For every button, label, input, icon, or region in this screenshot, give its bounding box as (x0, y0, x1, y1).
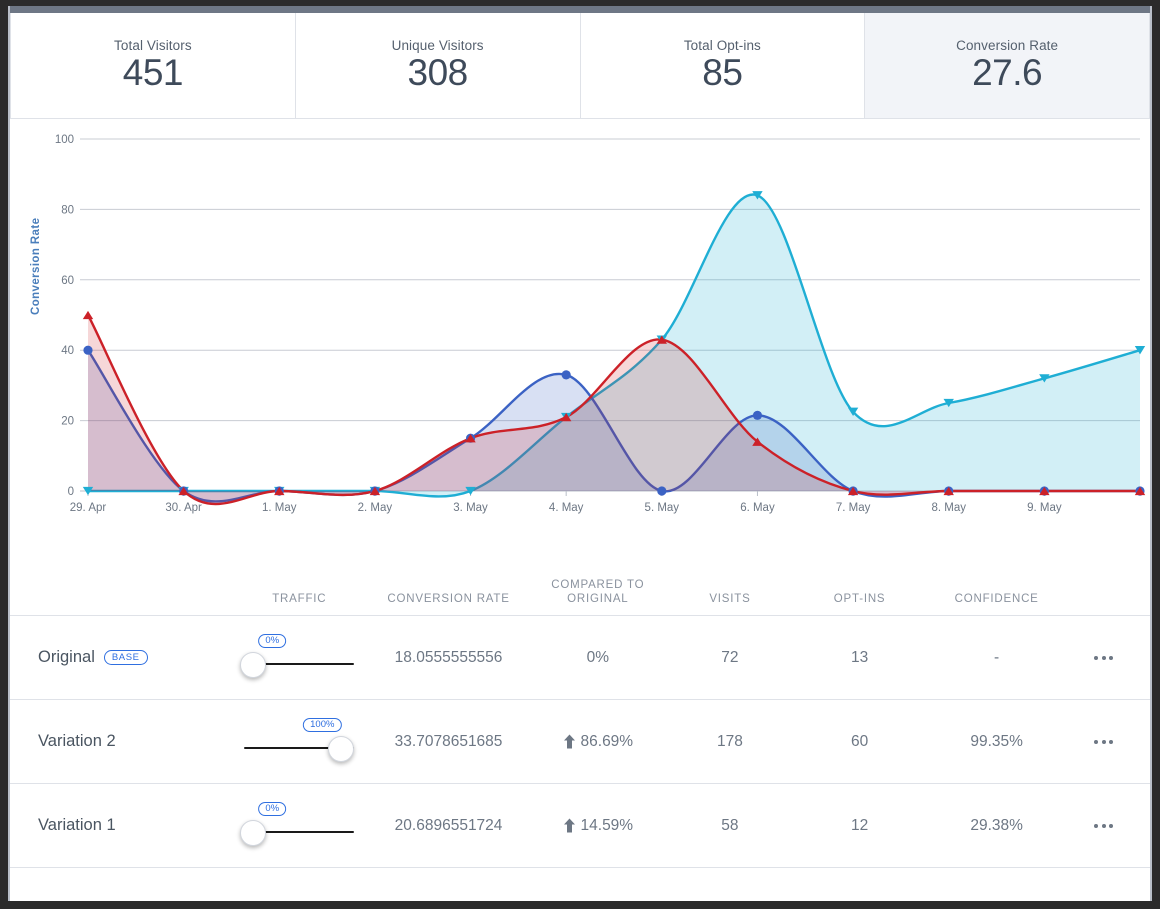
traffic-value-bubble: 0% (258, 801, 287, 816)
kpi-card-total-visitors[interactable]: Total Visitors 451 (11, 13, 296, 118)
svg-text:80: 80 (61, 204, 74, 216)
compared-value: 0% (586, 648, 609, 666)
svg-text:9. May: 9. May (1027, 502, 1062, 514)
optins-cell: 60 (850, 732, 869, 750)
traffic-cell: 0% (231, 633, 368, 680)
variation-name: Variation 1 (38, 816, 116, 834)
svg-text:4. May: 4. May (549, 502, 584, 514)
th-traffic: TRAFFIC (272, 593, 327, 606)
traffic-slider[interactable]: 0% (240, 801, 355, 848)
th-compared-line2: ORIGINAL (567, 593, 629, 606)
svg-text:8. May: 8. May (931, 502, 966, 514)
kpi-card-unique-visitors[interactable]: Unique Visitors 308 (295, 13, 581, 118)
traffic-slider[interactable]: 0% (240, 633, 355, 680)
svg-text:7. May: 7. May (836, 502, 871, 514)
compared-to-original-cell: 0% (529, 649, 666, 667)
kpi-card-conversion-rate[interactable]: Conversion Rate 27.6 (865, 13, 1149, 118)
traffic-cell: 0% (231, 801, 368, 848)
th-compared-to-original: COMPARED TO ORIGINAL (529, 578, 666, 607)
base-badge: BASE (103, 650, 148, 665)
conversion-rate-cell: 33.7078651685 (394, 732, 503, 750)
svg-text:30. Apr: 30. Apr (165, 502, 202, 514)
svg-text:0: 0 (68, 486, 74, 498)
svg-text:2. May: 2. May (358, 502, 393, 514)
slider-knob[interactable] (240, 819, 267, 846)
arrow-up-icon (563, 734, 575, 749)
kpi-value: 451 (122, 52, 184, 94)
more-options-icon[interactable] (1068, 655, 1140, 660)
chart-canvas: 0 20 40 60 80 100 29. Apr 30. Apr 1. May 2. May 3.… (55, 134, 1146, 514)
svg-text:1. May: 1. May (262, 502, 297, 514)
traffic-cell: 100% (231, 717, 368, 764)
optins-cell: 12 (850, 816, 869, 834)
svg-text:60: 60 (61, 275, 74, 287)
visits-cell: 58 (721, 816, 739, 834)
kpi-label: Total Opt-ins (683, 38, 761, 54)
row-actions-cell (1068, 655, 1140, 660)
table-row[interactable]: Original BASE 0% 18.0555555556 0% 72 13 … (10, 616, 1150, 700)
kpi-value: 85 (702, 52, 743, 94)
th-visits: VISITS (709, 593, 751, 606)
kpi-label: Total Visitors (114, 38, 192, 54)
results-table-header: TRAFFIC CONVERSION RATE COMPARED TO ORIG… (10, 549, 1150, 615)
th-optins: OPT-INS (833, 593, 886, 606)
svg-text:20: 20 (61, 416, 74, 428)
top-accent-bar (10, 6, 1150, 13)
svg-text:100: 100 (55, 134, 74, 146)
conversion-rate-cell: 20.6896551724 (394, 816, 503, 834)
th-compared-line1: COMPARED TO (551, 578, 645, 591)
kpi-card-total-optins[interactable]: Total Opt-ins 85 (580, 13, 866, 118)
kpi-value: 308 (407, 52, 469, 94)
th-conversion-rate: CONVERSION RATE (387, 593, 510, 606)
traffic-slider[interactable]: 100% (244, 717, 355, 764)
kpi-card-row: Total Visitors 451 Unique Visitors 308 T… (10, 13, 1150, 119)
kpi-label: Conversion Rate (956, 38, 1059, 54)
compared-to-original-cell: 86.69% (529, 733, 666, 751)
confidence-cell: 29.38% (970, 816, 1023, 834)
arrow-up-icon (563, 818, 575, 833)
svg-text:5. May: 5. May (645, 502, 680, 514)
slider-knob[interactable] (240, 651, 267, 678)
row-actions-cell (1068, 823, 1140, 828)
more-options-icon[interactable] (1068, 739, 1140, 744)
visits-cell: 72 (721, 648, 739, 666)
variation-name-cell: Original BASE (20, 648, 231, 667)
visits-cell: 178 (716, 732, 743, 750)
variation-name: Variation 2 (38, 732, 116, 750)
slider-knob[interactable] (328, 735, 355, 762)
compared-value: 86.69% (580, 732, 634, 750)
svg-text:3. May: 3. May (453, 502, 488, 514)
conversion-rate-cell: 18.0555555556 (394, 648, 503, 666)
traffic-value-bubble: 100% (303, 717, 342, 732)
svg-text:6. May: 6. May (740, 502, 775, 514)
confidence-cell: - (994, 648, 1000, 666)
row-actions-cell (1068, 739, 1140, 744)
traffic-value-bubble: 0% (258, 633, 287, 648)
more-options-icon[interactable] (1068, 823, 1140, 828)
variation-name-cell: Variation 1 (20, 816, 231, 835)
chart-y-axis-title: Conversion Rate (30, 217, 42, 315)
compared-to-original-cell: 14.59% (529, 817, 666, 835)
table-row[interactable]: Variation 1 0% 20.6896551724 14.59% 58 1… (10, 784, 1150, 868)
variation-name: Original (38, 648, 95, 666)
variation-name-cell: Variation 2 (20, 732, 231, 751)
svg-text:40: 40 (61, 345, 74, 357)
app-window: Total Visitors 451 Unique Visitors 308 T… (8, 6, 1152, 901)
kpi-value: 27.6 (972, 52, 1043, 94)
conversion-rate-chart: Conversion Rate 0 20 40 60 80 100 29. Apr 30. A… (10, 119, 1150, 549)
optins-cell: 13 (850, 648, 869, 666)
kpi-label: Unique Visitors (391, 38, 484, 54)
compared-value: 14.59% (580, 816, 634, 834)
th-confidence: CONFIDENCE (954, 593, 1039, 606)
table-row[interactable]: Variation 2 100% 33.7078651685 86.69% 17… (10, 700, 1150, 784)
confidence-cell: 99.35% (970, 732, 1023, 750)
results-table: Original BASE 0% 18.0555555556 0% 72 13 … (10, 615, 1150, 868)
svg-text:29. Apr: 29. Apr (70, 502, 107, 514)
